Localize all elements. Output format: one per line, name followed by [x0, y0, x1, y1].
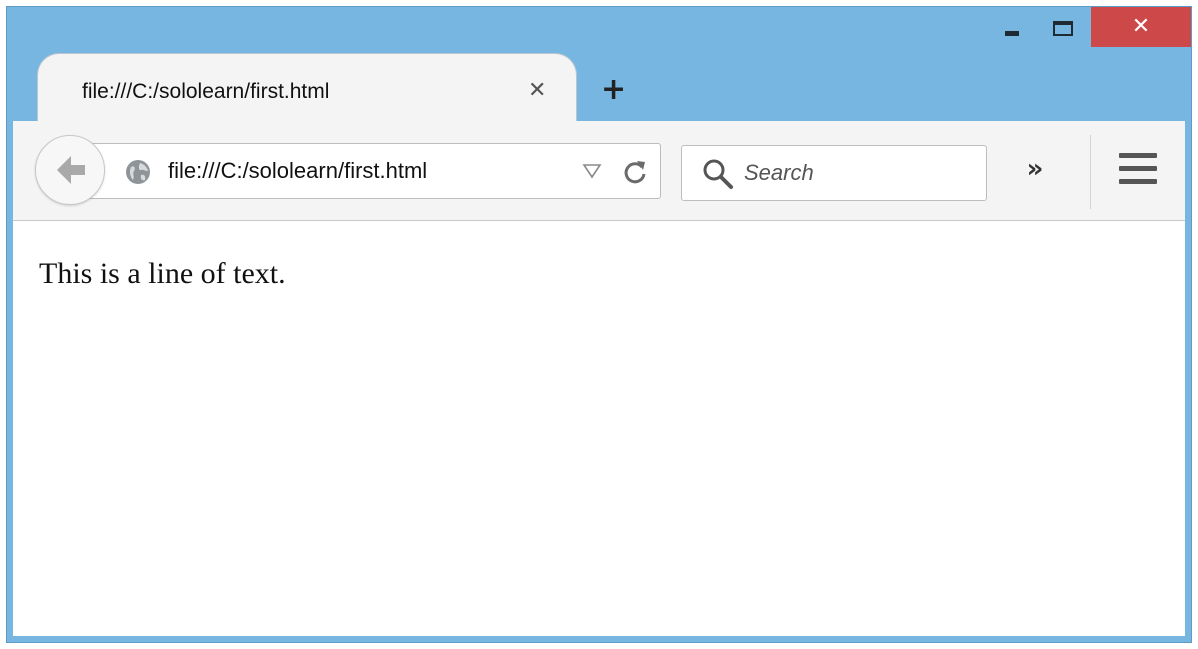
- page-content: This is a line of text.: [13, 221, 1185, 636]
- tab-close-icon[interactable]: ✕: [528, 78, 546, 103]
- menu-bar-line: [1119, 166, 1157, 171]
- tab-title: file:///C:/sololearn/first.html: [82, 80, 330, 103]
- minimize-button[interactable]: [987, 7, 1039, 47]
- page-text: This is a line of text.: [39, 257, 286, 290]
- new-tab-icon[interactable]: +: [601, 75, 626, 105]
- menu-bar-line: [1119, 153, 1157, 158]
- maximize-button[interactable]: [1039, 7, 1091, 47]
- back-arrow-icon: [57, 156, 85, 184]
- close-icon: ✕: [1131, 14, 1151, 39]
- navigation-toolbar: file:///C:/sololearn/first.html Search »: [13, 121, 1185, 221]
- toolbar-divider: [1090, 135, 1091, 209]
- reload-icon[interactable]: [621, 158, 649, 186]
- minimize-icon: [1005, 31, 1019, 36]
- window-close-button[interactable]: ✕: [1091, 7, 1191, 47]
- dropmarker-icon[interactable]: [582, 163, 602, 179]
- maximize-icon: [1053, 21, 1073, 36]
- browser-window: ✕ file:///C:/sololearn/first.html ✕ + fi…: [6, 6, 1192, 643]
- window-controls: ✕: [987, 7, 1191, 61]
- back-button[interactable]: [35, 135, 105, 205]
- search-icon: [703, 159, 733, 189]
- hamburger-menu-icon[interactable]: [1119, 153, 1157, 185]
- globe-icon: [126, 160, 150, 184]
- search-input[interactable]: Search: [744, 160, 814, 186]
- url-text: file:///C:/sololearn/first.html: [168, 158, 428, 183]
- menu-bar-line: [1119, 179, 1157, 184]
- url-bar[interactable]: file:///C:/sololearn/first.html: [63, 143, 661, 199]
- search-bar[interactable]: Search: [681, 145, 987, 201]
- toolbar-overflow-button[interactable]: »: [1013, 147, 1057, 191]
- tab-active[interactable]: file:///C:/sololearn/first.html ✕: [37, 53, 577, 123]
